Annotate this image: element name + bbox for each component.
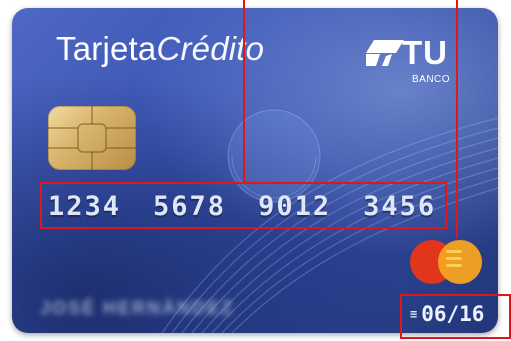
card-expiry: ≡ 06/16 [410,302,484,326]
mastercard-logo-icon [410,240,482,284]
highlight-line-number [243,0,245,184]
card-holder-name: JOSÉ HERNÁNDEZ [40,298,235,318]
card-title: TarjetaCrédito [56,30,264,68]
card-number: 1234 5678 9012 3456 [48,187,448,225]
bank-logo-icon [366,40,404,66]
card-number-group-3: 9012 [258,190,332,222]
card-number-group-1: 1234 [48,190,122,222]
expiry-date: 06/16 [421,302,485,326]
bank-brand-name: TU [402,34,448,71]
chip-icon [48,106,136,170]
bank-logo: TU BANCO [366,34,476,94]
card-title-sub: Crédito [156,30,265,67]
card-number-group-4: 3456 [363,190,437,222]
bank-brand-sub: BANCO [412,74,451,85]
expiry-marker-icon: ≡ [410,307,418,321]
card-number-group-2: 5678 [153,190,227,222]
highlight-line-logo [456,0,458,238]
card-title-main: Tarjeta [56,30,157,67]
credit-card: TarjetaCrédito TU BANCO [12,8,498,333]
